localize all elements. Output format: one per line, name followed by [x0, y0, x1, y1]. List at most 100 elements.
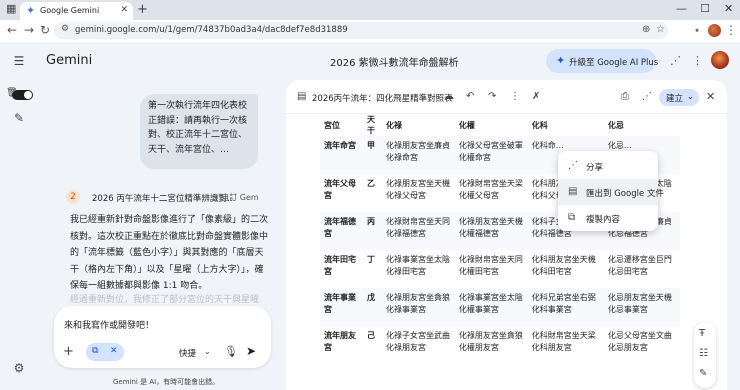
menu-item-label: 分享 — [586, 163, 604, 173]
table-cell: 化祿財帛宮坐天同化祿福德宮 — [382, 212, 455, 250]
side-rail: ☰ 🗑 ✎ ⚙ — [0, 42, 38, 390]
table-cell: 化祿財帛宮坐天梁化權父母宮 — [458, 179, 523, 200]
table-cell: 化祿事業宮坐太陰化祿田宅宮 — [386, 255, 450, 276]
upgrade-button[interactable]: ✦ 升級至 Google AI Plus — [546, 49, 659, 73]
window-close-icon[interactable]: ✕ — [724, 2, 733, 15]
menu-item-export-google-docs[interactable]: ▤ 匯出到 Google 文件 — [558, 179, 664, 205]
share-icon[interactable]: ⋰ — [670, 54, 681, 67]
sparkle-icon: ✦ — [556, 54, 566, 67]
google-docs-icon: ▤ — [568, 186, 578, 197]
step-number-badge: 2 — [66, 190, 80, 204]
table-cell: 流年事業宮 — [320, 288, 360, 326]
new-tab-button[interactable]: + — [137, 2, 148, 17]
profile-avatar[interactable] — [708, 24, 721, 37]
forward-icon[interactable]: → — [22, 23, 36, 37]
undo-icon[interactable]: ↶ — [466, 91, 474, 102]
upgrade-label: 升級至 Google AI Plus — [569, 58, 659, 68]
table-cell: 化祿朋友宮坐天機化權福德宮 — [454, 212, 528, 250]
microphone-icon[interactable]: 🎙 — [224, 345, 238, 358]
table-cell: 化科朋友宮坐天機化科田宅宮 — [531, 255, 596, 276]
create-button[interactable]: 建立 ⌄ — [659, 89, 699, 106]
menu-item-label: 複製內容 — [586, 215, 621, 225]
canvas-share-icon[interactable]: ⋰ — [642, 91, 652, 102]
table-cell: 化祿朋友宮坐廉貞化祿命宮 — [382, 136, 455, 174]
extensions-icon[interactable]: ⋆ — [690, 23, 704, 37]
table-header: 化科 — [531, 120, 548, 130]
toggle-knob — [24, 91, 32, 99]
zoom-icon[interactable]: ⊕ — [642, 24, 650, 35]
cloud-save-icon[interactable]: ☁ — [444, 91, 454, 102]
more-options-icon[interactable]: ⋮ — [692, 54, 703, 67]
temporary-chat-toggle[interactable]: 🗑 — [6, 88, 34, 100]
table-header: 天干 — [367, 115, 375, 135]
print-icon[interactable]: ⎙ — [621, 91, 629, 102]
chip-close-icon[interactable]: ✕ — [110, 346, 118, 356]
table-cell: 化忌朋友宮坐天機化忌事業宮 — [603, 288, 680, 326]
close-icon[interactable]: ✕ — [120, 5, 128, 15]
table-cell: 乙 — [367, 179, 375, 188]
gemini-sparkle-icon: ✦ — [26, 4, 36, 17]
table-header: 化權 — [458, 120, 475, 130]
tab-title: Google Gemini — [40, 6, 100, 15]
add-attachment-icon[interactable]: + — [63, 344, 74, 359]
table-cell: 化祿事業宮坐太陰化權事業宮 — [454, 288, 528, 326]
suggest-edits-icon[interactable]: ✎ — [699, 368, 707, 379]
text-format-icon[interactable]: Ŧ — [699, 328, 705, 339]
redo-icon[interactable]: ↷ — [488, 91, 496, 102]
menu-item-share[interactable]: ⋰ 分享 — [558, 153, 658, 179]
chevron-down-icon: ⌄ — [687, 92, 694, 101]
tab-search-icon[interactable]: ▦ — [6, 3, 18, 15]
brand-logo[interactable]: Gemini — [46, 53, 92, 68]
canvas-tool-chip[interactable]: ⧉ ✕ — [86, 343, 124, 361]
canvas-close-icon[interactable]: ✕ — [706, 90, 715, 103]
mode-selector-label[interactable]: 快捷 — [179, 347, 196, 359]
table-cell: 丙 — [360, 212, 382, 250]
chevron-down-icon[interactable]: ⌄ — [204, 347, 211, 356]
send-icon[interactable]: ➤ — [246, 344, 256, 358]
gemini-app: ☰ 🗑 ✎ ⚙ Gemini 2026 紫微斗數流年命盤解析 ✦ 升級至 Goo… — [0, 42, 740, 390]
table-cell: 戊 — [360, 288, 382, 326]
back-icon[interactable]: ← — [5, 23, 19, 37]
menu-item-label: 匯出到 Google 文件 — [586, 189, 664, 199]
canvas-icon: ⧉ — [92, 346, 99, 356]
account-avatar[interactable] — [711, 51, 729, 69]
reload-icon[interactable]: ↻ — [38, 23, 52, 37]
table-cell: 化祿父母宮坐破軍化權命宮 — [454, 136, 528, 174]
browser-menu-icon[interactable]: ⋮ — [724, 23, 738, 37]
address-bar[interactable]: ⚙ gemini.google.com/u/1/gem/74837b0ad3a4… — [54, 22, 668, 39]
table-cell: 流年福德宮 — [320, 212, 360, 250]
browser-tab[interactable]: ✦ Google Gemini ✕ — [20, 2, 133, 20]
menu-item-copy-content[interactable]: ⧉ 複製內容 — [558, 205, 658, 231]
new-chat-icon[interactable]: ✎ — [11, 110, 27, 126]
step-source: • 自訂 Gem — [214, 193, 259, 202]
table-cell: 化祿子女宮坐武曲化祿朋友宮 — [386, 331, 450, 352]
more-vert-icon[interactable]: ⋮ — [510, 91, 520, 102]
canvas-panel: ▤ 2026丙午流年：四化飛星精準對照表 ☁ ↶ ↷ ⋮ ✗ ⎙ ⋰ 建立 ⌄ … — [286, 80, 727, 390]
maximize-icon[interactable]: ☐ — [700, 2, 710, 15]
table-cell: 流年田宅宮 — [324, 255, 356, 276]
table-cell: 化忌父母宮坐文曲化忌朋友宮 — [607, 331, 672, 352]
copy-icon: ⧉ — [568, 212, 576, 223]
model-response-faded-text: 經過重新對位，我修正了部分宮位的天干與星曜 — [70, 295, 260, 305]
site-info-icon[interactable]: ⚙ — [61, 24, 69, 34]
table-cell: 流年命宮 — [320, 136, 360, 174]
prompt-input[interactable]: 來和我寫作或開發吧！ — [64, 318, 154, 331]
menu-icon[interactable]: ☰ — [11, 53, 27, 69]
prompt-input-box[interactable]: 來和我寫作或開發吧！ + ⧉ ✕ 快捷 ⌄ 🎙 ➤ — [54, 306, 271, 368]
canvas-side-tools: Ŧ ☷ ✎ — [694, 322, 716, 388]
canvas-title: 2026丙午流年：四化飛星精準對照表 — [312, 94, 453, 104]
create-label: 建立 — [666, 94, 684, 104]
user-message-text: 第一次執行流年四化表校正錯誤：請再執行一次核對、校正流年十二宮位、天干、流年宮位… — [148, 101, 248, 155]
bookmark-star-icon[interactable]: ☆ — [656, 24, 665, 35]
table-cell: 流年父母宮 — [324, 179, 356, 200]
minimize-icon[interactable]: — — [676, 2, 687, 15]
table-cell: 化忌遷移宮坐巨門化忌田宅宮 — [607, 255, 672, 276]
settings-gear-icon[interactable]: ⚙ — [11, 360, 27, 376]
adjust-sliders-icon[interactable]: ☷ — [699, 348, 708, 359]
browser-toolbar: ← → ↻ ⚙ gemini.google.com/u/1/gem/74837b… — [0, 20, 740, 42]
table-header: 宮位 — [324, 120, 340, 130]
table-row: 流年田宅宮 丁 化祿事業宮坐太陰化祿田宅宮 化祿財帛宮坐天同化權田宅宮 化科朋友… — [320, 250, 680, 288]
clear-format-icon[interactable]: ✗ — [532, 91, 540, 102]
table-cell: 化祿朋友宮坐貪狼化祿事業宮 — [382, 288, 455, 326]
share-dropdown-menu: ⋰ 分享 ▤ 匯出到 Google 文件 ⧉ 複製內容 — [558, 151, 664, 231]
